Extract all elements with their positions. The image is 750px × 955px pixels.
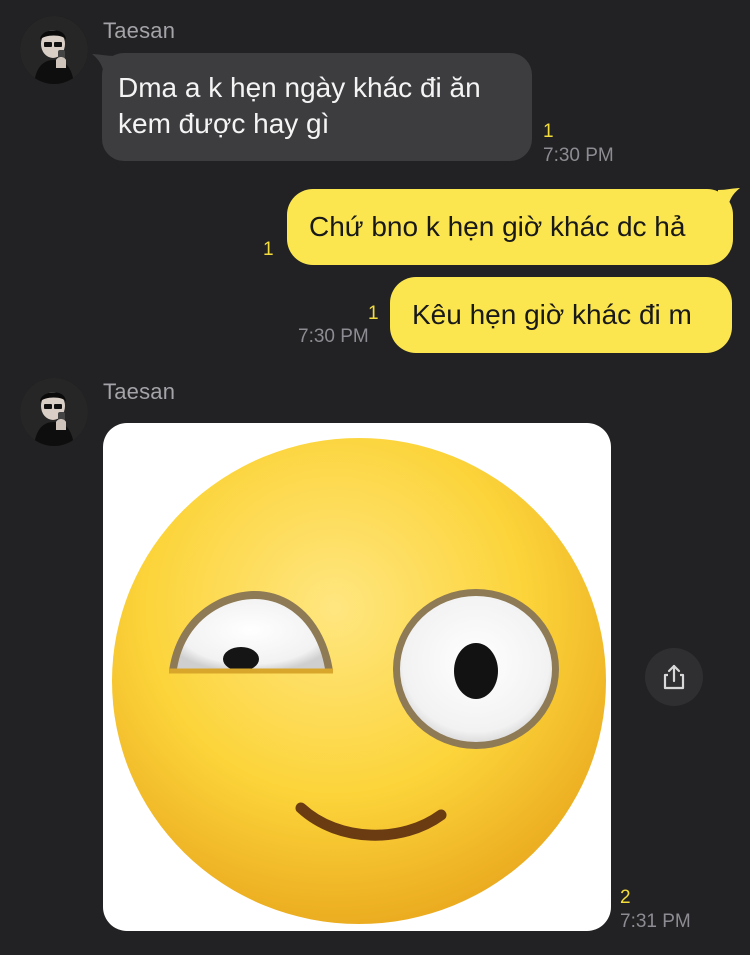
sender-name: Taesan bbox=[103, 18, 176, 43]
sender-avatar[interactable] bbox=[20, 16, 88, 84]
image-message[interactable] bbox=[103, 423, 611, 931]
message-bubble-outgoing[interactable]: Kêu hẹn giờ khác đi m bbox=[390, 277, 732, 353]
sender-name: Taesan bbox=[103, 379, 176, 404]
chat-screen: Taesan Dma a k hẹn ngày khác đi ăn kem đ… bbox=[0, 0, 750, 955]
unread-count: 2 bbox=[620, 887, 631, 908]
avatar-photo-icon bbox=[20, 16, 88, 84]
outgoing-bubble-tail bbox=[718, 188, 740, 210]
message-text: Kêu hẹn giờ khác đi m bbox=[412, 299, 692, 330]
eye-roll-emoji-image bbox=[112, 438, 606, 924]
message-text: Dma a k hẹn ngày khác đi ăn kem được hay… bbox=[118, 72, 481, 139]
share-icon bbox=[663, 664, 685, 690]
message-timestamp: 7:30 PM bbox=[298, 326, 369, 347]
sender-avatar[interactable] bbox=[20, 378, 88, 446]
message-timestamp: 7:30 PM bbox=[543, 145, 614, 166]
avatar-photo-icon bbox=[20, 378, 88, 446]
message-bubble-incoming[interactable]: Dma a k hẹn ngày khác đi ăn kem được hay… bbox=[102, 53, 532, 161]
unread-count: 1 bbox=[543, 121, 554, 142]
message-bubble-outgoing[interactable]: Chứ bno k hẹn giờ khác dc hả bbox=[287, 189, 733, 265]
unread-count: 1 bbox=[263, 239, 274, 260]
message-timestamp: 7:31 PM bbox=[620, 911, 691, 932]
message-text: Chứ bno k hẹn giờ khác dc hả bbox=[309, 211, 686, 242]
share-button[interactable] bbox=[645, 648, 703, 706]
unread-count: 1 bbox=[368, 303, 379, 324]
